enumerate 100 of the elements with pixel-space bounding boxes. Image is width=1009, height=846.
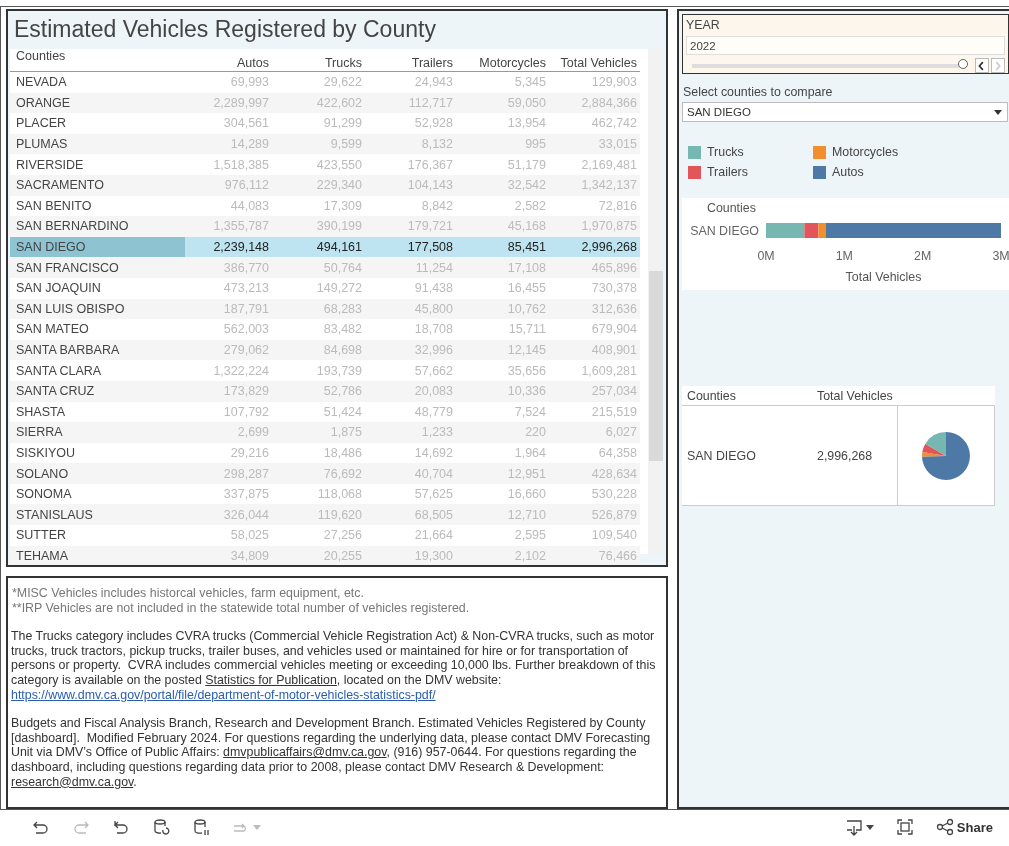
dropdown-arrow-icon bbox=[994, 109, 1002, 115]
table-cell[interactable]: NEVADA bbox=[10, 72, 185, 93]
table-cell-text: 326,044 bbox=[222, 506, 270, 524]
table-cell[interactable]: PLUMAS bbox=[10, 133, 185, 155]
column-header[interactable]: Autos bbox=[185, 48, 272, 72]
table-cell-text: 2,699 bbox=[236, 424, 270, 442]
table-cell[interactable]: SANTA CLARA bbox=[10, 360, 185, 381]
bar-segment[interactable] bbox=[766, 223, 805, 238]
year-field[interactable]: 2022 bbox=[686, 36, 1005, 55]
table-cell-text: 1,964 bbox=[513, 445, 547, 462]
dashboard-title: Estimated Vehicles Registered by County bbox=[14, 16, 437, 43]
table-cell[interactable]: SAN LUIS OBISPO bbox=[10, 298, 185, 320]
table-cell-text: 48,779 bbox=[413, 403, 454, 421]
table-cell-text: 20,255 bbox=[322, 547, 363, 565]
table-cell-text: 337,875 bbox=[222, 486, 270, 504]
table-cell-text: 84,698 bbox=[322, 342, 363, 359]
table-cell-text: 83,482 bbox=[322, 321, 363, 339]
table-cell[interactable]: SUTTER bbox=[10, 525, 185, 546]
table-cell[interactable]: SANTA BARBARA bbox=[10, 339, 185, 361]
table-cell-text: 45,800 bbox=[413, 300, 454, 318]
table-cell-text: 58,025 bbox=[229, 527, 270, 545]
table-cell[interactable]: TEHAMA bbox=[10, 545, 185, 565]
table-cell-text: 12,710 bbox=[506, 506, 547, 524]
table-cell[interactable]: SANTA CRUZ bbox=[10, 380, 185, 402]
text-link[interactable]: dmvpublicaffairs@dmv.ca.gov bbox=[223, 745, 387, 760]
table-cell-text: 20,083 bbox=[413, 383, 454, 401]
table-cell[interactable]: SAN BERNARDINO bbox=[10, 216, 185, 237]
table-cell-text: 8,132 bbox=[420, 136, 454, 154]
table-cell[interactable]: RIVERSIDE bbox=[10, 154, 185, 175]
previous-button[interactable] bbox=[975, 58, 989, 73]
table-cell-text: 17,309 bbox=[322, 197, 363, 215]
table-cell-text: 27,256 bbox=[322, 527, 363, 545]
table-cell-text: 21,664 bbox=[413, 527, 454, 545]
axis-title: Total Vehicles bbox=[845, 270, 922, 284]
table-cell-text: 51,424 bbox=[322, 403, 363, 421]
table-cell-text: 29,216 bbox=[229, 445, 270, 462]
table-cell-text: 14,289 bbox=[229, 136, 270, 154]
table-cell[interactable]: SAN FRANCISCO bbox=[10, 257, 185, 278]
column-header[interactable]: Trailers bbox=[365, 48, 456, 72]
column-header[interactable]: Motorcycles bbox=[456, 48, 549, 72]
table-cell-text: 129,903 bbox=[590, 74, 638, 92]
table-cell[interactable]: STANISLAUS bbox=[10, 504, 185, 526]
table-cell[interactable]: SONOMA bbox=[10, 483, 185, 505]
footnote: **IRP Vehicles are not included in the statewide total number of vehicles registered. bbox=[12, 600, 471, 616]
table-cell[interactable]: SAN DIEGO bbox=[682, 406, 812, 506]
table-cell-text: 51,179 bbox=[506, 156, 547, 174]
bar-segment[interactable] bbox=[804, 223, 819, 238]
table-cell-text: 2,289,997 bbox=[212, 94, 270, 112]
column-header[interactable]: Total Vehicles bbox=[549, 48, 640, 72]
table-cell-text: 2,884,366 bbox=[580, 94, 638, 112]
table-cell-text: 229,340 bbox=[315, 177, 363, 195]
table-cell[interactable]: SHASTA bbox=[10, 401, 185, 423]
table-cell-text: 1,518,385 bbox=[212, 156, 270, 174]
share-button[interactable]: Share bbox=[933, 816, 995, 838]
scrollbar[interactable] bbox=[648, 49, 664, 554]
table-cell-text: 12,951 bbox=[506, 465, 547, 483]
column-header[interactable]: Trucks bbox=[272, 48, 365, 72]
table-cell-text: 14,692 bbox=[413, 445, 454, 462]
table-cell-text: 72,816 bbox=[597, 197, 638, 215]
revert-icon bbox=[112, 818, 130, 836]
table-cell-text: 423,550 bbox=[315, 156, 363, 174]
table-cell-text: 118,068 bbox=[316, 486, 363, 504]
table-cell-text: 45,168 bbox=[506, 218, 547, 236]
county-dropdown[interactable]: SAN DIEGO bbox=[682, 102, 1008, 122]
table-cell[interactable]: SISKIYOU bbox=[10, 442, 185, 464]
caret-icon bbox=[865, 824, 874, 830]
table-cell-text: 15,711 bbox=[507, 321, 547, 339]
bar-segment[interactable] bbox=[818, 223, 826, 238]
pie-chart[interactable] bbox=[921, 430, 971, 481]
table-cell[interactable]: SOLANO bbox=[10, 463, 185, 484]
table-cell[interactable]: SAN BENITO bbox=[10, 195, 185, 217]
table-cell[interactable]: SACRAMENTO bbox=[10, 174, 185, 196]
table-cell-text: 32,542 bbox=[506, 177, 547, 195]
table-cell-text: 19,300 bbox=[413, 547, 454, 565]
table-cell-text: 428,634 bbox=[590, 465, 638, 483]
text-link[interactable]: Statistics for Publication bbox=[205, 672, 337, 687]
column-header[interactable]: Counties bbox=[10, 47, 185, 73]
table-cell-text: 386,770 bbox=[222, 259, 270, 277]
table-cell-text: 68,283 bbox=[322, 300, 363, 318]
table-cell-text: 104,143 bbox=[406, 177, 454, 195]
table-cell-text: 187,791 bbox=[222, 300, 270, 318]
table-cell[interactable]: SAN DIEGO bbox=[10, 236, 185, 258]
table-cell[interactable]: SAN MATEO bbox=[10, 319, 185, 340]
caret-icon bbox=[253, 824, 261, 830]
table-cell[interactable]: PLACER bbox=[10, 113, 185, 134]
table-cell-text: 976,112 bbox=[223, 177, 270, 195]
download-icon bbox=[844, 818, 863, 836]
table-cell-text: 1,342,137 bbox=[580, 177, 638, 195]
table-cell[interactable]: SAN JOAQUIN bbox=[10, 277, 185, 299]
legend-label: Autos bbox=[832, 165, 864, 179]
table-cell[interactable]: ORANGE bbox=[10, 92, 185, 114]
table-cell-text: 69,993 bbox=[229, 74, 270, 92]
table-cell-text: 10,762 bbox=[506, 300, 547, 318]
url-link[interactable]: https://www.dmv.ca.gov/portal/file/department-of-motor-vehicles-statistics-pdf/ bbox=[11, 687, 436, 702]
table-cell[interactable]: SIERRA bbox=[10, 422, 185, 443]
table-cell-text: 40,704 bbox=[413, 465, 454, 483]
bar-segment[interactable] bbox=[825, 223, 1001, 238]
table-cell-text: 1,609,281 bbox=[580, 362, 638, 380]
axis-title: Counties bbox=[707, 201, 756, 215]
table-cell-text: 109,540 bbox=[590, 527, 638, 545]
